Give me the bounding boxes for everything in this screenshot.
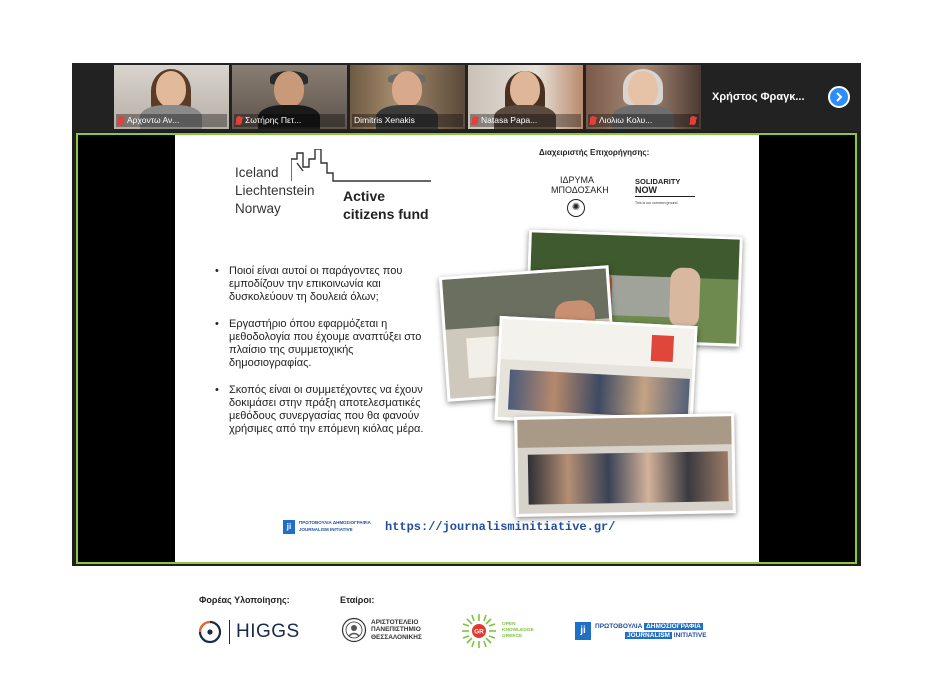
logo-line: JOURNALISM	[625, 632, 672, 639]
next-participants-button[interactable]	[828, 86, 850, 108]
logo-line: NOW	[635, 185, 657, 195]
donor-country: Norway	[235, 201, 281, 216]
logo-line: ΔΗΜΟΣΙΟΓΡΑΦΙΑ	[644, 623, 703, 630]
okg-badge-text: GR	[474, 629, 484, 636]
participant-name: Dimitris Xenakis	[354, 115, 415, 125]
donor-country: Liechtenstein	[235, 183, 315, 198]
avatar	[510, 71, 540, 107]
avatar	[628, 71, 658, 107]
chevron-right-icon	[836, 92, 843, 102]
partners-label: Εταίροι:	[340, 595, 375, 605]
mic-muted-icon	[236, 116, 242, 125]
participant-name-label: Dimitris Xenakis	[352, 114, 463, 127]
screen-share-frame: Iceland Liechtenstein Norway Active citi…	[76, 133, 857, 564]
logo-line: INITIATIVE	[673, 632, 707, 639]
auth-seal-icon	[341, 617, 367, 643]
active-citizens-fund-title: Active citizens fund	[343, 187, 429, 223]
participant-tile[interactable]: Λιολιω Κολυ...	[586, 65, 701, 129]
flag-outline-icon	[291, 149, 431, 182]
workshop-photo-group	[514, 413, 736, 517]
participant-tile[interactable]: Αρχοντω Αν...	[114, 65, 229, 129]
logo-line: ΑΡΙΣΤΟΤΕΛΕΙΟ	[371, 618, 419, 626]
higgs-wordmark: HIGGS	[236, 621, 300, 642]
open-knowledge-greece-logo: GR OPEN KNOWLEDGE GREECE	[460, 612, 534, 650]
solidarity-now-logo: SOLIDARITY NOW	[635, 178, 695, 197]
participant-name-label: Λιολιω Κολυ...	[588, 114, 699, 127]
avatar	[392, 71, 422, 107]
auth-wordmark: ΑΡΙΣΤΟΤΕΛΕΙΟ ΠΑΝΕΠΙΣΤΗΜΙΟ ΘΕΣΣΑΛΟΝΙΚΗΣ	[371, 619, 422, 642]
participant-name: Λιολιω Κολυ...	[599, 115, 653, 125]
photo-shelves	[517, 416, 732, 448]
photo-sign	[650, 334, 675, 362]
ji-mark-icon: ji	[283, 520, 295, 534]
eea-grants-logo: Iceland Liechtenstein Norway Active citi…	[235, 147, 435, 222]
presentation-slide: Iceland Liechtenstein Norway Active citi…	[175, 135, 759, 562]
participant-name: Αρχοντω Αν...	[127, 115, 180, 125]
participant-name-label: Σωτήρης Πετ...	[234, 114, 345, 127]
bodossaki-logo-text: ΙΔΡΥΜΑ ΜΠΟΔΟΣΑΚΗ	[551, 175, 609, 195]
mic-muted-icon	[118, 116, 124, 125]
higgs-logo: HIGGS	[197, 618, 300, 646]
participant-tile[interactable]: Σωτήρης Πετ...	[232, 65, 347, 129]
ji-wordmark: ΠΡΩΤΟΒΟΥΛΙΑ ΔΗΜΟΣΙΟΓΡΑΦΙΑ JOURNALISM INI…	[595, 622, 707, 640]
workshop-photo-room	[494, 315, 698, 431]
photo-people	[507, 369, 690, 419]
mic-muted-icon	[472, 116, 478, 125]
participant-strip: Αρχοντω Αν... Σωτήρης Πετ... Dimitris Xe…	[72, 63, 861, 131]
mic-muted-icon	[590, 116, 596, 125]
journalism-initiative-footer-logo: ji ΠΡΩΤΟΒΟΥΛΙΑ ΔΗΜΟΣΙΟΓΡΑΦΙΑ JOURNALISM …	[575, 622, 707, 640]
auth-logo: ΑΡΙΣΤΟΤΕΛΕΙΟ ΠΑΝΕΠΙΣΤΗΜΙΟ ΘΕΣΣΑΛΟΝΙΚΗΣ	[341, 616, 422, 644]
logo-line: GREECE	[502, 634, 523, 639]
implementer-label: Φορέας Υλοποίησης:	[199, 595, 290, 605]
participant-tile-active-speaker[interactable]: Dimitris Xenakis	[350, 65, 465, 129]
ji-logo-line: ΠΡΩΤΟΒΟΥΛΙΑ ΔΗΜΟΣΙΟΓΡΑΦΙΑ	[299, 520, 371, 525]
higgs-emblem-icon	[198, 620, 222, 644]
page: Αρχοντω Αν... Σωτήρης Πετ... Dimitris Xe…	[0, 0, 933, 690]
bullet-item: Εργαστήριο όπου εφαρμόζεται η μεθοδολογί…	[215, 318, 425, 370]
mic-muted-icon	[690, 116, 696, 125]
photo-people	[527, 451, 729, 505]
ji-mark-icon: ji	[575, 622, 591, 640]
logo-line: ΠΑΝΕΠΙΣΤΗΜΙΟ	[371, 626, 421, 634]
meeting-window: Αρχοντω Αν... Σωτήρης Πετ... Dimitris Xe…	[72, 63, 861, 566]
fund-line: Active	[343, 188, 386, 204]
participant-name: Σωτήρης Πετ...	[245, 115, 302, 125]
participant-name: Natasa Papa...	[481, 115, 538, 125]
participant-name-label: Αρχοντω Αν...	[116, 114, 227, 127]
grant-manager-label: Διαχειριστής Επιχορήγησης:	[539, 148, 650, 157]
fund-line: citizens fund	[343, 206, 429, 222]
logo-line: ΠΡΩΤΟΒΟΥΛΙΑ	[595, 623, 643, 630]
ji-logo-line: JOURNALISM INITIATIVE	[299, 527, 353, 532]
avatar	[156, 71, 186, 107]
avatar	[274, 71, 304, 107]
photo-table	[609, 275, 671, 318]
okg-wordmark: OPEN KNOWLEDGE GREECE	[502, 622, 534, 640]
overflow-participant-name: Χρήστος Φραγκ...	[712, 91, 805, 103]
bodossaki-emblem-icon: ✺	[567, 199, 585, 217]
bullet-list: Ποιοί είναι αυτοί οι παράγοντες που εμπο…	[215, 265, 425, 450]
participant-tile[interactable]: Natasa Papa...	[468, 65, 583, 129]
journalism-initiative-logo: ji ΠΡΩΤΟΒΟΥΛΙΑ ΔΗΜΟΣΙΟΓΡΑΦΙΑ JOURNALISM …	[283, 518, 373, 536]
donor-country: Iceland	[235, 165, 279, 180]
website-url[interactable]: https://journalisminitiative.gr/	[385, 520, 615, 534]
participant-name-label: Natasa Papa...	[470, 114, 581, 127]
okg-burst-icon: GR	[462, 614, 496, 648]
logo-line: ΘΕΣΣΑΛΟΝΙΚΗΣ	[371, 633, 422, 641]
photo-person	[668, 267, 701, 329]
logo-divider	[229, 620, 230, 644]
bullet-item: Σκοπός είναι οι συμμετέχοντες να έχουν δ…	[215, 384, 425, 436]
solidarity-tagline: This is our common ground	[635, 201, 678, 205]
bullet-item: Ποιοί είναι αυτοί οι παράγοντες που εμπο…	[215, 265, 425, 304]
